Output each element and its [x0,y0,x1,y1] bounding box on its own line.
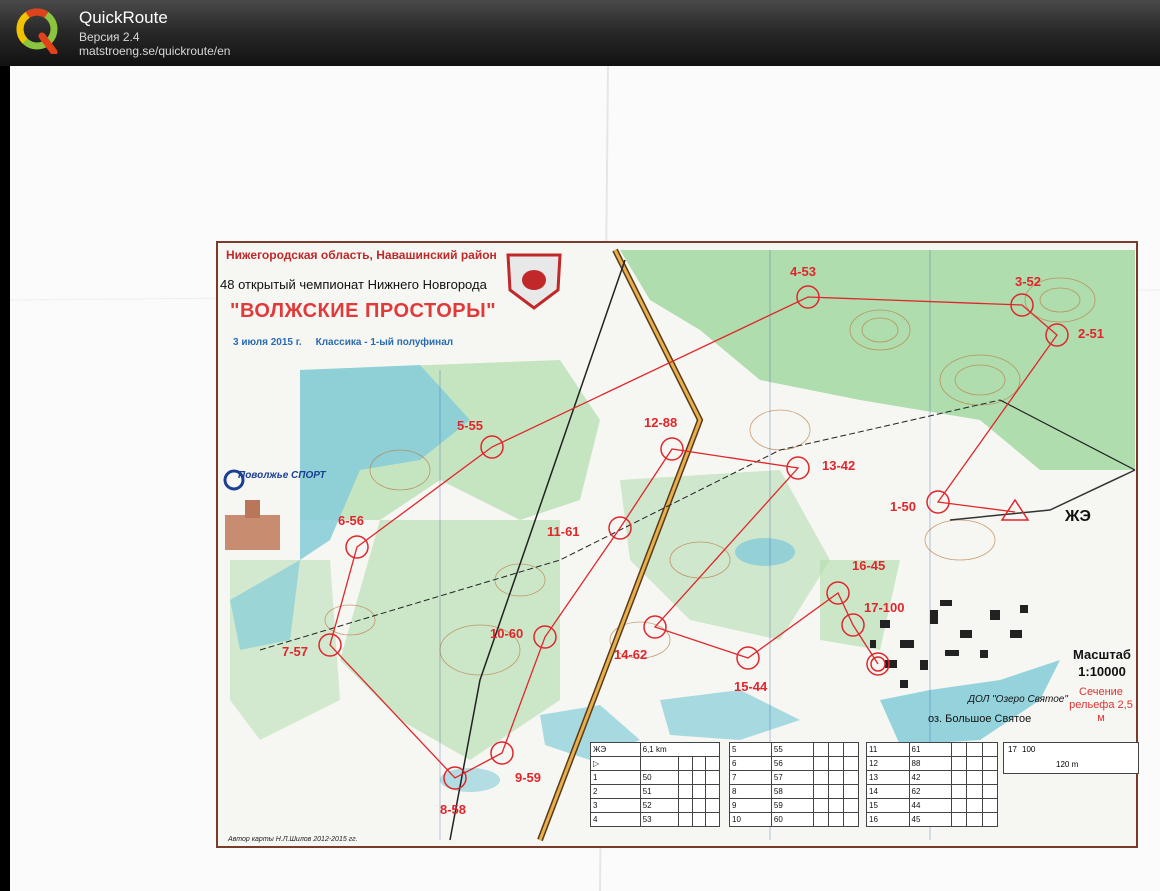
start-label: ЖЭ [1065,508,1091,525]
control-label: 17-100 [864,600,905,615]
desc-cell: 45 [908,812,953,827]
map-region: Нижегородская область, Навашинский район [226,248,497,262]
desc-cell: 11 [866,742,910,757]
control-label: 2-51 [1078,326,1105,341]
desc-cell: 4 [590,812,641,827]
control-label: 14-62 [614,647,648,662]
control-label: 8-58 [440,802,467,817]
finish-distance: 120 m [1056,760,1079,769]
desc-cell: 5 [729,742,772,757]
control-label: 7-57 [282,644,309,659]
desc-cell: 2 [590,784,641,799]
desc-cell: ЖЭ [590,742,641,757]
control-label: 15-44 [734,679,768,694]
desc-cell: 61 [908,742,953,757]
sponsor-label: Поволжье СПОРТ [238,470,326,481]
desc-cell: 88 [908,756,953,771]
desc-cell: 42 [908,770,953,785]
desc-cell: 7 [729,770,772,785]
description-table-2: 5 55 6 56 7 57 8 58 9 59 10 60 [729,742,860,827]
desc-cell: 13 [866,770,910,785]
control-label: 1-50 [890,499,917,514]
desc-cell: 58 [770,784,814,799]
desc-cell: 55 [770,742,814,757]
lake-label: оз. Большое Святое [928,713,1032,725]
desc-cell: 16 [866,812,910,827]
desc-cell [639,756,679,771]
description-table-3: 11 61 12 88 13 42 14 62 15 44 16 45 [866,742,999,827]
control-label: 13-42 [822,458,856,473]
desc-cell: 6,1 km [639,742,721,757]
desc-cell: 59 [770,798,814,813]
desc-cell: 52 [639,798,679,813]
scale-label: Масштаб 1:10000 [1073,647,1131,679]
control-label: 12-88 [644,415,678,430]
description-table-1: ЖЭ 6,1 km ▷ 1 50 2 51 3 52 4 53 [590,742,721,827]
desc-cell: 8 [729,784,772,799]
desc-cell: ▷ [590,756,641,771]
control-label: 11-61 [547,524,580,539]
desc-cell: 44 [908,798,953,813]
camp-label: ДОЛ "Озеро Святое" [968,694,1068,705]
control-label: 4-53 [790,264,817,279]
control-label: 5-55 [457,418,484,433]
desc-cell: 6 [729,756,772,771]
desc-cell: 3 [590,798,641,813]
map-championship: 48 открытый чемпионат Нижнего Новгорода [220,277,487,292]
author-label: Автор карты Н.Л.Шилов 2012-2015 гг. [228,836,358,843]
desc-cell: 15 [866,798,910,813]
desc-cell: 62 [908,784,953,799]
desc-cell: 56 [770,756,814,771]
desc-cell: 53 [639,812,679,827]
map-date-line: 3 июля 2015 г. Классика - 1-ый полуфинал [233,337,454,348]
finish-description: 17 100 120 m [1003,742,1139,774]
desc-cell: 1 [590,770,641,785]
desc-cell: 51 [639,784,679,799]
desc-cell: 50 [639,770,679,785]
desc-cell: 57 [770,770,814,785]
finish-code: 100 [1022,745,1036,754]
desc-cell: 12 [866,756,910,771]
relief-label: Сечение рельефа 2,5 м [1069,686,1133,724]
desc-cell: 9 [729,798,772,813]
map-event-title: "ВОЛЖСКИЕ ПРОСТОРЫ" [230,300,497,322]
control-label: 16-45 [852,558,886,573]
finish-number: 17 [1008,745,1017,754]
control-label: 9-59 [515,770,542,785]
control-label: 10-60 [490,626,524,641]
control-label: 3-52 [1015,274,1042,289]
desc-cell: 10 [729,812,772,827]
control-label: 6-56 [338,513,365,528]
desc-cell: 60 [770,812,814,827]
desc-cell: 14 [866,784,910,799]
